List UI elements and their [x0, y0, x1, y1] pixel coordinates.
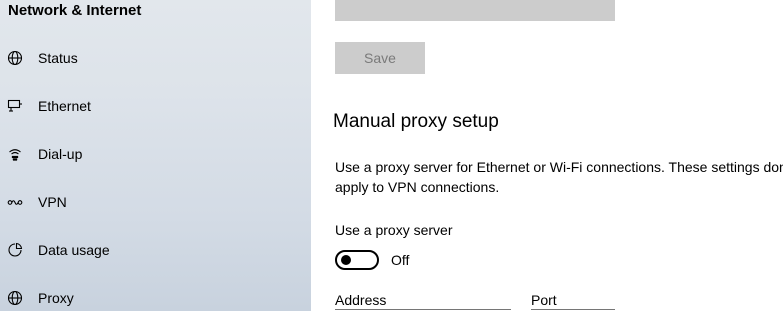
- sidebar-item-status[interactable]: Status: [0, 38, 311, 78]
- sidebar-item-label: Status: [38, 50, 78, 66]
- sidebar-item-ethernet[interactable]: Ethernet: [0, 86, 311, 126]
- use-proxy-label: Use a proxy server: [335, 222, 453, 238]
- save-button[interactable]: Save: [335, 42, 425, 74]
- data-usage-icon: [7, 242, 23, 258]
- sidebar-item-proxy[interactable]: Proxy: [0, 278, 311, 311]
- section-title: Manual proxy setup: [333, 111, 499, 132]
- sidebar-item-data-usage[interactable]: Data usage: [0, 230, 311, 270]
- sidebar-item-dialup[interactable]: Dial-up: [0, 134, 311, 174]
- sidebar-item-label: Proxy: [38, 290, 74, 306]
- vpn-icon: [7, 194, 23, 210]
- sidebar-title: Network & Internet: [8, 2, 142, 19]
- toggle-state-label: Off: [391, 252, 410, 268]
- globe-icon: [7, 50, 23, 66]
- address-label: Address: [335, 292, 387, 308]
- script-address-field[interactable]: [335, 0, 615, 21]
- port-input[interactable]: [531, 309, 615, 310]
- toggle-knob: [341, 255, 351, 265]
- sidebar-item-label: Dial-up: [38, 146, 83, 162]
- proxy-settings-panel: Save Manual proxy setup Use a proxy serv…: [311, 0, 783, 311]
- dialup-icon: [7, 146, 23, 162]
- proxy-description: Use a proxy server for Ethernet or Wi-Fi…: [335, 159, 783, 195]
- sidebar-item-label: Data usage: [38, 242, 110, 258]
- globe-icon: [7, 290, 23, 306]
- sidebar-item-label: Ethernet: [38, 98, 91, 114]
- sidebar-item-label: VPN: [38, 194, 67, 210]
- sidebar-item-vpn[interactable]: VPN: [0, 182, 311, 222]
- use-proxy-toggle[interactable]: [335, 250, 379, 270]
- port-label: Port: [531, 292, 557, 308]
- address-input[interactable]: [335, 309, 511, 310]
- settings-window: Network & Internet Status Ethernet Dial-…: [0, 0, 783, 311]
- sidebar: Network & Internet Status Ethernet Dial-…: [0, 0, 311, 311]
- ethernet-icon: [7, 98, 23, 114]
